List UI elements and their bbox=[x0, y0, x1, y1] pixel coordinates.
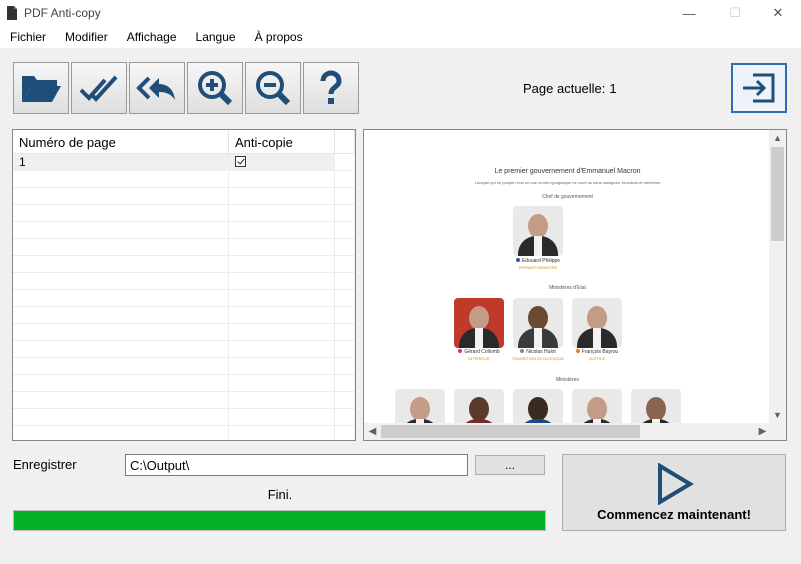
status-text: Fini. bbox=[267, 487, 293, 502]
current-page-value: 1 bbox=[609, 81, 617, 96]
exit-icon bbox=[743, 73, 775, 103]
empty-table-row bbox=[13, 307, 355, 324]
anti-copy-checkbox[interactable] bbox=[235, 156, 246, 167]
pdf-preview[interactable]: Le premier gouvernement d'Emmanuel Macro… bbox=[363, 129, 787, 441]
menu-edit[interactable]: Modifier bbox=[62, 28, 111, 46]
person-role: PREMIER MINISTRE bbox=[518, 265, 558, 270]
minimize-button[interactable]: — bbox=[666, 0, 712, 26]
double-check-icon bbox=[79, 75, 118, 102]
empty-table-row bbox=[13, 273, 355, 290]
menu-bar: Fichier Modifier Affichage Langue À prop… bbox=[0, 26, 801, 48]
select-all-button[interactable] bbox=[71, 62, 127, 114]
zoom-out-button[interactable] bbox=[245, 62, 301, 114]
play-icon bbox=[658, 463, 694, 505]
folder-open-icon bbox=[22, 76, 61, 102]
window-title: PDF Anti-copy bbox=[24, 6, 101, 20]
doc-section-ministers-state: Ministères d'Etat bbox=[549, 285, 586, 291]
exit-button[interactable] bbox=[731, 63, 787, 113]
empty-table-row bbox=[13, 409, 355, 426]
portrait-photo bbox=[513, 206, 563, 256]
empty-table-row bbox=[13, 222, 355, 239]
pdf-page: Le premier gouvernement d'Emmanuel Macro… bbox=[364, 130, 771, 439]
zoom-out-icon bbox=[256, 71, 291, 106]
vertical-scrollbar[interactable]: ▲ ▼ bbox=[769, 130, 786, 424]
doc-section-head: Chef de gouvernement bbox=[542, 194, 593, 200]
start-button-label: Commencez maintenant! bbox=[597, 507, 751, 522]
horizontal-scroll-thumb[interactable] bbox=[381, 425, 640, 438]
portrait-photo bbox=[513, 298, 563, 348]
vertical-scroll-thumb[interactable] bbox=[771, 147, 784, 241]
scroll-down-arrow-icon[interactable]: ▼ bbox=[769, 407, 786, 424]
empty-table-row bbox=[13, 358, 355, 375]
menu-file[interactable]: Fichier bbox=[7, 28, 49, 46]
undo-all-button[interactable] bbox=[129, 62, 185, 114]
horizontal-scrollbar[interactable]: ◀ ▶ bbox=[364, 423, 771, 440]
doc-subtitle: Lorsque qui un peuple n'est un une crumb… bbox=[474, 180, 661, 185]
title-bar: PDF Anti-copy — ☐ ✕ bbox=[0, 0, 801, 26]
portrait-photo bbox=[572, 298, 622, 348]
browse-button[interactable]: ... bbox=[475, 455, 545, 475]
save-label: Enregistrer bbox=[13, 457, 77, 472]
column-header-page-number[interactable]: Numéro de page bbox=[13, 130, 229, 154]
empty-table-row bbox=[13, 256, 355, 273]
empty-table-row bbox=[13, 324, 355, 341]
empty-table-row bbox=[13, 341, 355, 358]
table-header: Numéro de page Anti-copie bbox=[13, 130, 355, 154]
menu-about[interactable]: À propos bbox=[252, 28, 306, 46]
progress-bar bbox=[13, 510, 546, 531]
question-mark-icon bbox=[320, 70, 342, 104]
menu-language[interactable]: Langue bbox=[193, 28, 239, 46]
zoom-in-button[interactable] bbox=[187, 62, 243, 114]
person-role: JUSTICE bbox=[588, 356, 606, 361]
doc-title: Le premier gouvernement d'Emmanuel Macro… bbox=[494, 168, 641, 175]
progress-fill bbox=[14, 511, 545, 530]
empty-table-row bbox=[13, 375, 355, 392]
scroll-up-arrow-icon[interactable]: ▲ bbox=[769, 130, 786, 147]
empty-table-row bbox=[13, 426, 355, 440]
person-name: Edouard Philippe bbox=[503, 258, 573, 264]
page-number-cell: 1 bbox=[13, 154, 229, 171]
doc-section-ministers: Ministères bbox=[556, 377, 579, 383]
zoom-in-icon bbox=[198, 71, 233, 106]
page-table: Numéro de page Anti-copie 1 bbox=[12, 129, 356, 441]
current-page-label: Page actuelle: bbox=[523, 81, 606, 96]
close-button[interactable]: ✕ bbox=[755, 0, 801, 26]
scroll-left-arrow-icon[interactable]: ◀ bbox=[364, 423, 381, 440]
empty-table-row bbox=[13, 392, 355, 409]
maximize-button[interactable]: ☐ bbox=[712, 0, 758, 26]
table-row[interactable]: 1 bbox=[13, 154, 355, 171]
reply-all-icon bbox=[136, 76, 175, 100]
empty-table-row bbox=[13, 239, 355, 256]
column-header-anti-copy[interactable]: Anti-copie bbox=[229, 130, 335, 154]
person-name: François Bayrou bbox=[562, 349, 632, 355]
output-path-input[interactable] bbox=[125, 454, 468, 476]
empty-table-row bbox=[13, 290, 355, 307]
empty-table-row bbox=[13, 205, 355, 222]
help-button[interactable] bbox=[303, 62, 359, 114]
empty-table-row bbox=[13, 171, 355, 188]
empty-table-row bbox=[13, 188, 355, 205]
app-icon bbox=[6, 6, 18, 20]
menu-view[interactable]: Affichage bbox=[124, 28, 180, 46]
portrait-photo bbox=[454, 298, 504, 348]
current-page-indicator: Page actuelle: 1 bbox=[523, 81, 617, 96]
start-button[interactable]: Commencez maintenant! bbox=[562, 454, 786, 531]
anti-copy-cell bbox=[229, 154, 335, 171]
open-folder-button[interactable] bbox=[13, 62, 69, 114]
